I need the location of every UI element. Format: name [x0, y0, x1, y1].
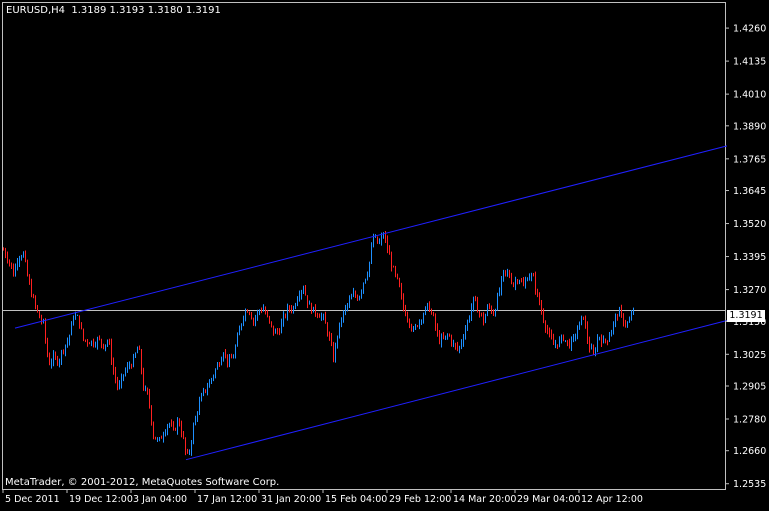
- x-axis-tick-label: 15 Feb 04:00: [325, 494, 387, 505]
- x-axis-tick-label: 29 Feb 12:00: [389, 494, 451, 505]
- x-axis-tick-label: 5 Dec 2011: [5, 494, 60, 505]
- y-axis-tick-label: 1.3645: [733, 186, 766, 197]
- x-axis-tick-label: 31 Jan 20:00: [261, 494, 321, 505]
- y-axis-tick-label: 1.2780: [733, 415, 766, 426]
- y-axis-tick-label: 1.3025: [733, 350, 766, 361]
- y-axis-tick-label: 1.3765: [733, 154, 766, 165]
- y-axis-tick-label: 1.3890: [733, 121, 766, 132]
- y-axis-tick-label: 1.4260: [733, 24, 766, 35]
- symbol-ohlc-info: EURUSD,H4 1.3189 1.3193 1.3180 1.3191: [6, 5, 221, 16]
- y-axis-tick-label: 1.3395: [733, 252, 766, 263]
- y-axis-tick-label: 1.2905: [733, 381, 766, 392]
- y-axis-tick-label: 1.2660: [733, 446, 766, 457]
- current-price-tag: 1.3191: [727, 310, 765, 322]
- x-axis-tick-label: 29 Mar 04:00: [517, 494, 580, 505]
- x-axis-tick-label: 19 Dec 12:00: [69, 494, 133, 505]
- y-axis-tick-label: 1.3520: [733, 219, 766, 230]
- y-axis-tick-label: 1.3270: [733, 285, 766, 296]
- x-axis-tick-label: 14 Mar 20:00: [453, 494, 516, 505]
- x-axis-tick-label: 12 Apr 12:00: [581, 494, 643, 505]
- price-chart[interactable]: 1.4260 1.4135 1.4010 1.3890 1.3765 1.3645 1.35…: [0, 0, 769, 511]
- y-axis-tick-label: 1.4135: [733, 57, 766, 68]
- upper-channel-line[interactable]: [14, 145, 728, 329]
- symbol-label: EURUSD,H4: [6, 5, 66, 16]
- y-axis-tick-label: 1.2535: [733, 479, 766, 490]
- x-axis-tick-label: 17 Jan 12:00: [197, 494, 257, 505]
- ohlc-values: 1.3189 1.3193 1.3180 1.3191: [71, 5, 221, 16]
- copyright-notice: MetaTrader, © 2001-2012, MetaQuotes Soft…: [5, 477, 280, 488]
- y-axis-tick-label: 1.4010: [733, 90, 766, 101]
- x-axis-tick-label: 3 Jan 04:00: [133, 494, 187, 505]
- chart-window[interactable]: 1.4260 1.4135 1.4010 1.3890 1.3765 1.3645 1.35…: [0, 0, 769, 511]
- lower-channel-line[interactable]: [185, 320, 728, 461]
